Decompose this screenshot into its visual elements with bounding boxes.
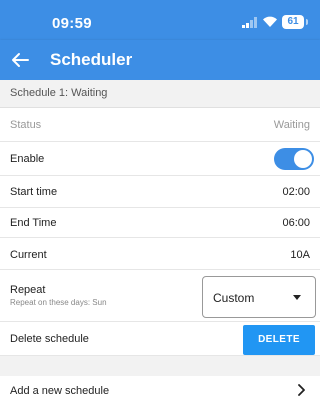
chevron-right-icon (298, 384, 305, 396)
repeat-selected: Custom (213, 291, 255, 305)
status-value: Waiting (273, 119, 310, 131)
add-schedule-row[interactable]: Add a new schedule (0, 376, 320, 405)
enable-row: Enable (0, 142, 320, 176)
page-title: Scheduler (50, 50, 133, 69)
end-time-row[interactable]: End Time 06:00 (0, 208, 320, 238)
section-divider (0, 356, 320, 376)
signal-icon (242, 17, 257, 28)
status-bar: 09:59 61 (0, 0, 320, 40)
schedule-header: Schedule 1: Waiting (0, 80, 320, 108)
enable-label: Enable (10, 153, 45, 165)
caret-down-icon (293, 295, 301, 300)
end-time-label: End Time (10, 217, 57, 229)
status-label: Status (10, 119, 42, 131)
current-label: Current (10, 249, 47, 261)
app-bar: Scheduler (0, 40, 320, 80)
status-row: Status Waiting (0, 108, 320, 142)
delete-row: Delete schedule DELETE (0, 322, 320, 356)
end-time-value[interactable]: 06:00 (282, 217, 310, 229)
repeat-label: Repeat (10, 284, 46, 296)
current-row[interactable]: Current 10A (0, 238, 320, 270)
delete-button[interactable]: DELETE (243, 325, 315, 355)
battery-icon: 61 (282, 15, 308, 29)
repeat-dropdown[interactable]: Custom (202, 276, 316, 318)
wifi-icon (263, 16, 277, 27)
battery-level: 61 (287, 16, 299, 27)
start-time-row[interactable]: Start time 02:00 (0, 176, 320, 208)
toggle-knob (294, 150, 312, 168)
status-time: 09:59 (52, 15, 92, 32)
current-value[interactable]: 10A (290, 249, 310, 261)
add-schedule-label: Add a new schedule (10, 385, 110, 397)
schedule-header-label: Schedule 1: Waiting (10, 87, 108, 99)
start-time-value[interactable]: 02:00 (282, 186, 310, 198)
delete-label: Delete schedule (10, 333, 89, 345)
status-icons: 61 (242, 15, 308, 29)
back-arrow-icon[interactable] (8, 48, 32, 72)
start-time-label: Start time (10, 186, 58, 198)
enable-toggle[interactable] (274, 148, 314, 170)
repeat-sublabel: Repeat on these days: Sun (10, 298, 107, 307)
repeat-row: Repeat Repeat on these days: Sun Custom (0, 270, 320, 322)
